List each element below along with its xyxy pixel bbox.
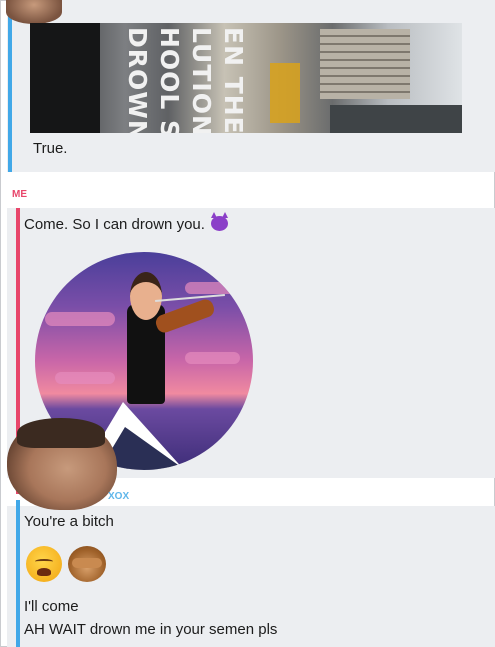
me-message-text: Come. So I can drown you. (24, 212, 229, 233)
see-no-evil-monkey-icon (68, 546, 106, 582)
friend-message-3: AH WAIT drown me in your semen pls (24, 621, 278, 638)
weary-face-icon (26, 546, 62, 582)
video-overlay-line-4: DROWN (123, 27, 152, 133)
video-overlay-line-2: LUTION (187, 27, 216, 133)
friend-avatar-top[interactable] (6, 0, 62, 24)
friend-message-2: I'll come (24, 598, 79, 615)
video-overlay-line-3: HOOL SH (155, 27, 184, 133)
video-snap-thumbnail[interactable]: EN THE LUTION HOOL SH DROWN (30, 23, 462, 133)
sender-label-me: ME (12, 189, 27, 200)
friend-accent-bar-2 (16, 500, 20, 647)
me-message-content: Come. So I can drown you. (24, 216, 205, 233)
friend-accent-bar (8, 0, 12, 172)
friend-caption: True. (33, 140, 68, 157)
smiling-devil-icon (211, 212, 229, 231)
friend-avatar[interactable] (7, 418, 117, 510)
video-overlay-line-1: EN THE (219, 27, 248, 133)
friend-message-1: You're a bitch (24, 513, 114, 530)
sender-label-friend: XOX (108, 491, 130, 502)
